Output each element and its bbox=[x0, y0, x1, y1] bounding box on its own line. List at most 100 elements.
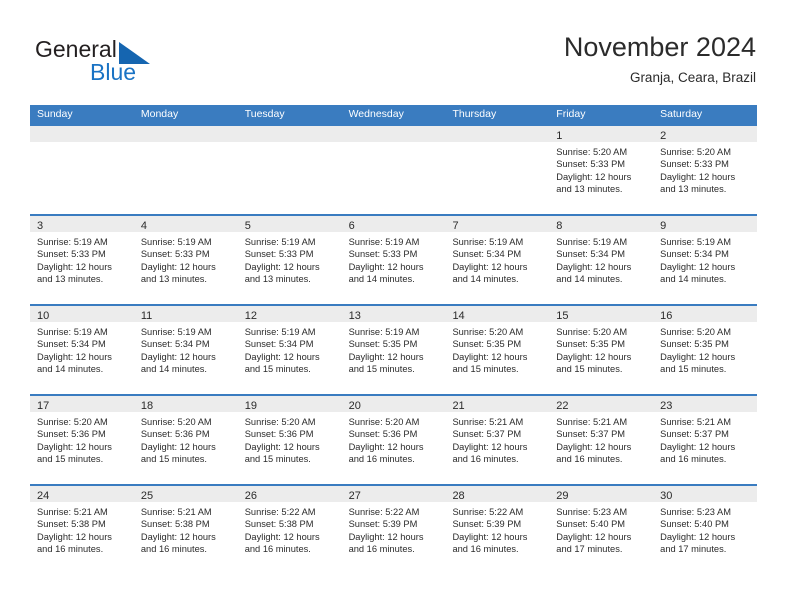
calendar-day-cell[interactable]: 16 Sunrise: 5:20 AM Sunset: 5:35 PM Dayligh… bbox=[653, 304, 758, 394]
sunrise-text: Sunrise: 5:21 AM bbox=[660, 417, 731, 427]
sunset-text: Sunset: 5:33 PM bbox=[140, 249, 210, 260]
sunset-text: Sunset: 5:40 PM bbox=[556, 519, 626, 530]
calendar-day-cell[interactable]: 29 Sunrise: 5:23 AM Sunset: 5:40 PM Dayligh… bbox=[549, 484, 654, 574]
calendar-day-cell[interactable]: 21 Sunrise: 5:21 AM Sunset: 5:37 PM Dayligh… bbox=[445, 394, 550, 484]
calendar-day-cell[interactable]: 24 Sunrise: 5:21 AM Sunset: 5:38 PM Dayligh… bbox=[30, 484, 134, 574]
day-number-band: 20 bbox=[341, 396, 446, 412]
calendar-day-cell[interactable]: 10 Sunrise: 5:19 AM Sunset: 5:34 PM Dayligh… bbox=[30, 304, 134, 394]
calendar-day-cell[interactable]: 22 Sunrise: 5:21 AM Sunset: 5:37 PM Dayligh… bbox=[549, 394, 654, 484]
sunset-text: Sunset: 5:33 PM bbox=[348, 249, 418, 260]
day-number-band bbox=[445, 126, 550, 142]
sunrise-text: Sunrise: 5:22 AM bbox=[244, 507, 316, 517]
calendar-day-cell[interactable]: 8 Sunrise: 5:19 AM Sunset: 5:34 PM Daylight… bbox=[549, 214, 654, 304]
sunset-text: Sunset: 5:37 PM bbox=[556, 429, 626, 440]
day-number-band: 6 bbox=[341, 216, 446, 232]
calendar-day-cell[interactable]: 23 Sunrise: 5:21 AM Sunset: 5:37 PM Dayligh… bbox=[653, 394, 758, 484]
calendar-day-cell[interactable]: 13 Sunrise: 5:19 AM Sunset: 5:35 PM Dayligh… bbox=[341, 304, 446, 394]
calendar-day-cell[interactable]: 3 Sunrise: 5:19 AM Sunset: 5:33 PM Daylight… bbox=[30, 214, 134, 304]
sunset-text: Sunset: 5:34 PM bbox=[556, 249, 626, 260]
calendar-day-cell[interactable]: 9 Sunrise: 5:19 AM Sunset: 5:34 PM Daylight… bbox=[653, 214, 758, 304]
daylight-text-line1: Daylight: 12 hours bbox=[244, 531, 320, 542]
calendar-day-cell[interactable]: 1 Sunrise: 5:20 AM Sunset: 5:33 PM Daylight… bbox=[549, 124, 654, 214]
day-number-band: 1 bbox=[549, 126, 654, 142]
day-number: 17 bbox=[37, 400, 50, 412]
calendar-day-cell[interactable]: 18 Sunrise: 5:20 AM Sunset: 5:36 PM Dayligh… bbox=[133, 394, 238, 484]
calendar-day-cell[interactable]: 11 Sunrise: 5:19 AM Sunset: 5:34 PM Dayligh… bbox=[133, 304, 238, 394]
day-number: 9 bbox=[660, 220, 667, 232]
sunset-text: Sunset: 5:34 PM bbox=[37, 339, 106, 350]
day-sun-info: Sunrise: 5:20 AM Sunset: 5:36 PM Daylight:… bbox=[238, 412, 342, 466]
day-sun-info: Sunrise: 5:20 AM Sunset: 5:36 PM Daylight:… bbox=[30, 412, 134, 466]
calendar-day-cell[interactable]: 20 Sunrise: 5:20 AM Sunset: 5:36 PM Dayligh… bbox=[341, 394, 446, 484]
day-number-band bbox=[237, 126, 342, 142]
sunrise-text: Sunrise: 5:20 AM bbox=[37, 417, 108, 427]
sunrise-text: Sunrise: 5:20 AM bbox=[452, 327, 524, 337]
sunset-text: Sunset: 5:38 PM bbox=[140, 519, 210, 530]
daylight-text-line2: and 16 minutes. bbox=[244, 544, 311, 555]
title-block: November 2024 Granja, Ceara, Brazil bbox=[564, 31, 756, 87]
sunrise-text: Sunrise: 5:20 AM bbox=[660, 147, 731, 157]
daylight-text-line1: Daylight: 12 hours bbox=[660, 261, 736, 272]
calendar-day-cell[interactable]: 15 Sunrise: 5:20 AM Sunset: 5:35 PM Dayligh… bbox=[549, 304, 654, 394]
calendar-day-cell[interactable]: 2 Sunrise: 5:20 AM Sunset: 5:33 PM Daylight… bbox=[653, 124, 758, 214]
calendar-day-cell[interactable]: 30 Sunrise: 5:23 AM Sunset: 5:40 PM Dayligh… bbox=[653, 484, 758, 574]
page-title: November 2024 bbox=[563, 32, 756, 62]
sunrise-text: Sunrise: 5:20 AM bbox=[244, 417, 316, 427]
calendar-day-cell[interactable]: 27 Sunrise: 5:22 AM Sunset: 5:39 PM Dayligh… bbox=[341, 484, 446, 574]
day-number: 4 bbox=[140, 220, 147, 232]
daylight-text-line2: and 17 minutes. bbox=[660, 544, 727, 555]
brand-logo[interactable]: General Blue bbox=[35, 36, 215, 88]
calendar-day-cell[interactable]: 28 Sunrise: 5:22 AM Sunset: 5:39 PM Dayligh… bbox=[445, 484, 550, 574]
day-number: 29 bbox=[556, 490, 569, 502]
day-number-band: 30 bbox=[653, 486, 758, 502]
sunset-text: Sunset: 5:38 PM bbox=[37, 519, 106, 530]
day-sun-info: Sunrise: 5:22 AM Sunset: 5:39 PM Daylight:… bbox=[342, 502, 446, 556]
daylight-text-line1: Daylight: 12 hours bbox=[244, 441, 320, 452]
sunrise-text: Sunrise: 5:20 AM bbox=[556, 147, 628, 157]
daylight-text-line1: Daylight: 12 hours bbox=[37, 351, 112, 362]
day-number: 27 bbox=[348, 490, 361, 502]
calendar-day-cell[interactable]: 6 Sunrise: 5:19 AM Sunset: 5:33 PM Daylight… bbox=[341, 214, 446, 304]
sunrise-text: Sunrise: 5:19 AM bbox=[348, 237, 420, 247]
sunrise-text: Sunrise: 5:19 AM bbox=[660, 237, 731, 247]
daylight-text-line1: Daylight: 12 hours bbox=[140, 351, 216, 362]
day-sun-info: Sunrise: 5:19 AM Sunset: 5:33 PM Daylight:… bbox=[30, 232, 134, 286]
page-header: General Blue November 2024 Granja, Ceara… bbox=[0, 0, 792, 100]
sunrise-text: Sunrise: 5:21 AM bbox=[556, 417, 628, 427]
sunset-text: Sunset: 5:34 PM bbox=[660, 249, 729, 260]
day-number-band: 18 bbox=[133, 396, 238, 412]
day-number-band: 9 bbox=[653, 216, 758, 232]
day-number-band bbox=[30, 126, 134, 142]
daylight-text-line2: and 16 minutes. bbox=[452, 544, 519, 555]
calendar-day-cell[interactable]: 4 Sunrise: 5:19 AM Sunset: 5:33 PM Daylight… bbox=[133, 214, 238, 304]
daylight-text-line1: Daylight: 12 hours bbox=[452, 441, 528, 452]
calendar-day-cell[interactable]: 12 Sunrise: 5:19 AM Sunset: 5:34 PM Dayligh… bbox=[237, 304, 342, 394]
day-number: 24 bbox=[37, 490, 50, 502]
calendar-day-cell-empty bbox=[445, 124, 550, 214]
calendar-day-cell[interactable]: 5 Sunrise: 5:19 AM Sunset: 5:33 PM Daylight… bbox=[237, 214, 342, 304]
day-number-band: 27 bbox=[341, 486, 446, 502]
day-sun-info: Sunrise: 5:23 AM Sunset: 5:40 PM Daylight:… bbox=[653, 502, 757, 556]
day-number-band: 19 bbox=[237, 396, 342, 412]
calendar-day-cell[interactable]: 25 Sunrise: 5:21 AM Sunset: 5:38 PM Dayligh… bbox=[133, 484, 238, 574]
calendar-day-cell[interactable]: 26 Sunrise: 5:22 AM Sunset: 5:38 PM Dayligh… bbox=[237, 484, 342, 574]
daylight-text-line2: and 16 minutes. bbox=[140, 544, 208, 555]
day-number: 13 bbox=[348, 310, 361, 322]
sunrise-text: Sunrise: 5:23 AM bbox=[660, 507, 731, 517]
daylight-text-line1: Daylight: 12 hours bbox=[556, 441, 632, 452]
daylight-text-line2: and 14 minutes. bbox=[556, 274, 623, 285]
day-number-band: 11 bbox=[133, 306, 238, 322]
sunset-text: Sunset: 5:39 PM bbox=[348, 519, 418, 530]
weekday-header-friday: Friday bbox=[556, 108, 586, 120]
day-number: 19 bbox=[244, 400, 257, 412]
day-number-band bbox=[133, 126, 238, 142]
day-number: 6 bbox=[348, 220, 355, 232]
day-number: 20 bbox=[348, 400, 361, 412]
daylight-text-line2: and 16 minutes. bbox=[660, 454, 727, 465]
calendar-day-cell[interactable]: 14 Sunrise: 5:20 AM Sunset: 5:35 PM Dayligh… bbox=[445, 304, 550, 394]
calendar-day-cell[interactable]: 17 Sunrise: 5:20 AM Sunset: 5:36 PM Dayligh… bbox=[30, 394, 134, 484]
day-sun-info: Sunrise: 5:19 AM Sunset: 5:33 PM Daylight:… bbox=[238, 232, 342, 286]
day-number: 30 bbox=[660, 490, 673, 502]
calendar-day-cell[interactable]: 19 Sunrise: 5:20 AM Sunset: 5:36 PM Dayligh… bbox=[237, 394, 342, 484]
calendar-day-cell[interactable]: 7 Sunrise: 5:19 AM Sunset: 5:34 PM Daylight… bbox=[445, 214, 550, 304]
